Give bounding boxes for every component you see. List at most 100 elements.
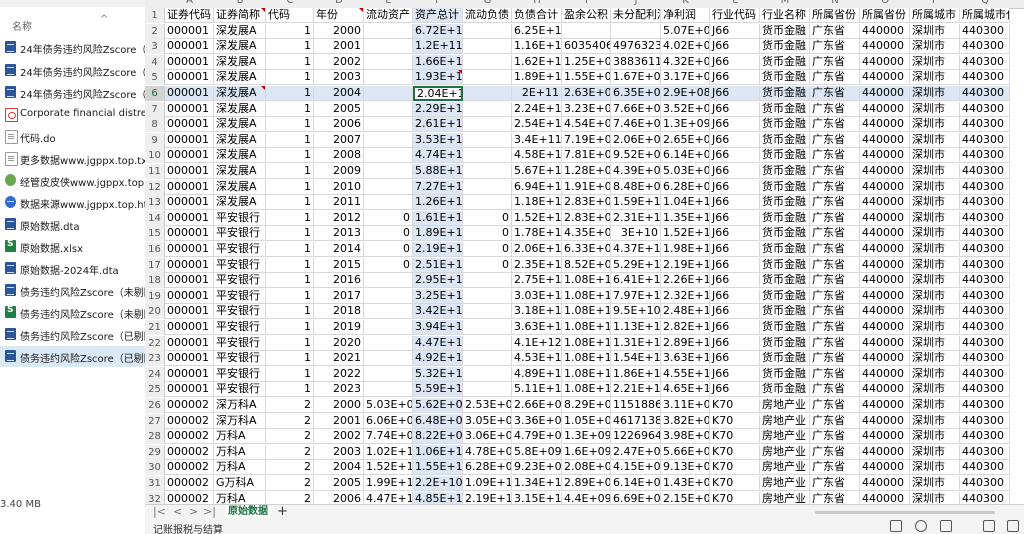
file-item[interactable]: 原始数据-2024年.dta [0, 258, 145, 279]
column-header-j[interactable]: J [611, 0, 661, 7]
column-header-h[interactable]: H [512, 0, 562, 7]
data-cell[interactable]: 深圳市 [910, 180, 960, 195]
data-cell[interactable]: 广东省 [810, 304, 860, 319]
data-cell[interactable]: 1 [266, 367, 314, 382]
data-cell[interactable]: 440300 [960, 476, 1010, 491]
file-item[interactable]: 24年债务违约风险Zscore（E [0, 82, 145, 103]
data-cell[interactable]: 2.19E+12 [413, 242, 463, 257]
data-cell[interactable]: 6.72E+10 [413, 24, 463, 39]
data-cell[interactable]: 广东省 [810, 414, 860, 429]
data-cell[interactable] [364, 39, 413, 54]
data-cell[interactable]: 440000 [860, 492, 910, 504]
data-cell[interactable]: 2 [266, 476, 314, 491]
data-cell[interactable]: 1.52E+10 [364, 460, 413, 475]
data-cell[interactable]: 38836118 [611, 55, 661, 70]
data-cell[interactable]: J66 [710, 195, 760, 210]
data-cell[interactable]: 深圳市 [910, 148, 960, 163]
data-cell[interactable]: 深圳市 [910, 211, 960, 226]
data-cell[interactable]: 9.5E+10 [611, 304, 661, 319]
data-cell[interactable]: K70 [710, 476, 760, 491]
data-cell[interactable]: J66 [710, 211, 760, 226]
data-cell[interactable]: 平安银行 [214, 382, 266, 397]
data-cell[interactable]: 1 [266, 289, 314, 304]
data-cell[interactable]: 440000 [860, 102, 910, 117]
data-cell[interactable]: 3.03E+12 [512, 289, 562, 304]
row-header[interactable]: 12 [145, 180, 165, 195]
data-cell[interactable]: 440000 [860, 70, 910, 85]
data-cell[interactable]: 深发展A [214, 86, 266, 101]
data-cell[interactable]: 000001 [165, 102, 214, 117]
data-cell[interactable]: 12269641 [611, 429, 661, 444]
data-cell[interactable]: 0 [463, 226, 512, 241]
data-cell[interactable]: 2 [266, 460, 314, 475]
data-cell[interactable]: 440000 [860, 382, 910, 397]
data-cell[interactable]: 4617138 [611, 414, 661, 429]
data-cell[interactable]: 440000 [860, 133, 910, 148]
data-cell[interactable]: 000001 [165, 148, 214, 163]
data-cell[interactable]: 1.52E+10 [661, 226, 710, 241]
data-cell[interactable]: 深万科A [214, 414, 266, 429]
data-cell[interactable]: 1.08E+10 [562, 367, 611, 382]
data-cell[interactable]: J66 [710, 273, 760, 288]
data-cell[interactable]: 广东省 [810, 273, 860, 288]
data-cell[interactable]: 货币金融 [760, 117, 810, 132]
data-cell[interactable]: 房地产业 [760, 398, 810, 413]
column-title-cell[interactable]: 净利润 [661, 8, 710, 23]
data-cell[interactable]: 6.14E+08 [661, 148, 710, 163]
data-cell[interactable]: 深圳市 [910, 70, 960, 85]
data-cell[interactable]: 广东省 [810, 133, 860, 148]
column-header-i[interactable]: I [562, 0, 611, 7]
data-cell[interactable]: 广东省 [810, 70, 860, 85]
data-cell[interactable]: 2.83E+09 [562, 211, 611, 226]
data-cell[interactable]: 2007 [314, 133, 364, 148]
data-cell[interactable]: 3.4E+11 [512, 133, 562, 148]
data-cell[interactable]: 2022 [314, 367, 364, 382]
data-cell[interactable]: 1.08E+10 [562, 320, 611, 335]
data-cell[interactable]: 深圳市 [910, 336, 960, 351]
data-cell[interactable]: 1.18E+12 [512, 195, 562, 210]
data-cell[interactable]: 2006 [314, 492, 364, 504]
column-title-cell[interactable]: 流动资产 [364, 8, 413, 23]
data-cell[interactable]: 440300 [960, 273, 1010, 288]
data-cell[interactable]: 平安银行 [214, 351, 266, 366]
data-cell[interactable]: 440000 [860, 320, 910, 335]
data-cell[interactable]: 深圳市 [910, 398, 960, 413]
data-cell[interactable]: 2.82E+10 [661, 320, 710, 335]
data-cell[interactable]: 000001 [165, 117, 214, 132]
data-cell[interactable]: 货币金融 [760, 351, 810, 366]
data-cell[interactable]: 440300 [960, 55, 1010, 70]
data-cell[interactable]: 广东省 [810, 102, 860, 117]
data-cell[interactable]: 000001 [165, 367, 214, 382]
column-header-e[interactable]: E [364, 0, 413, 7]
data-cell[interactable]: 2.89E+09 [562, 476, 611, 491]
data-cell[interactable]: 6.94E+11 [512, 180, 562, 195]
data-cell[interactable]: 2 [266, 429, 314, 444]
data-cell[interactable]: 3.15E+10 [512, 492, 562, 504]
data-cell[interactable]: J66 [710, 289, 760, 304]
data-cell[interactable]: 2011 [314, 195, 364, 210]
data-cell[interactable]: 6.41E+10 [611, 273, 661, 288]
data-cell[interactable]: 平安银行 [214, 304, 266, 319]
data-cell[interactable]: 货币金融 [760, 242, 810, 257]
data-cell[interactable] [364, 367, 413, 382]
data-cell[interactable]: 1.67E+08 [611, 70, 661, 85]
data-cell[interactable]: 0 [364, 226, 413, 241]
data-cell[interactable]: 1.66E+11 [413, 55, 463, 70]
data-cell[interactable]: 440300 [960, 258, 1010, 273]
data-cell[interactable] [364, 336, 413, 351]
reading-mode-icon[interactable] [940, 520, 952, 532]
data-cell[interactable]: 2.2E+10 [413, 476, 463, 491]
data-cell[interactable]: 4.53E+12 [512, 351, 562, 366]
data-cell[interactable]: J66 [710, 24, 760, 39]
data-cell[interactable]: J66 [710, 133, 760, 148]
data-cell[interactable]: 广东省 [810, 445, 860, 460]
data-cell[interactable]: 8.48E+09 [611, 180, 661, 195]
page-break-view-icon[interactable] [1007, 520, 1019, 532]
data-cell[interactable]: 1.98E+10 [661, 242, 710, 257]
data-cell[interactable]: 货币金融 [760, 336, 810, 351]
data-cell[interactable]: 6.06E+09 [364, 414, 413, 429]
data-cell[interactable]: 深圳市 [910, 382, 960, 397]
last-sheet-icon[interactable]: >| [203, 505, 216, 518]
data-cell[interactable]: 440300 [960, 148, 1010, 163]
data-cell[interactable]: 000001 [165, 39, 214, 54]
